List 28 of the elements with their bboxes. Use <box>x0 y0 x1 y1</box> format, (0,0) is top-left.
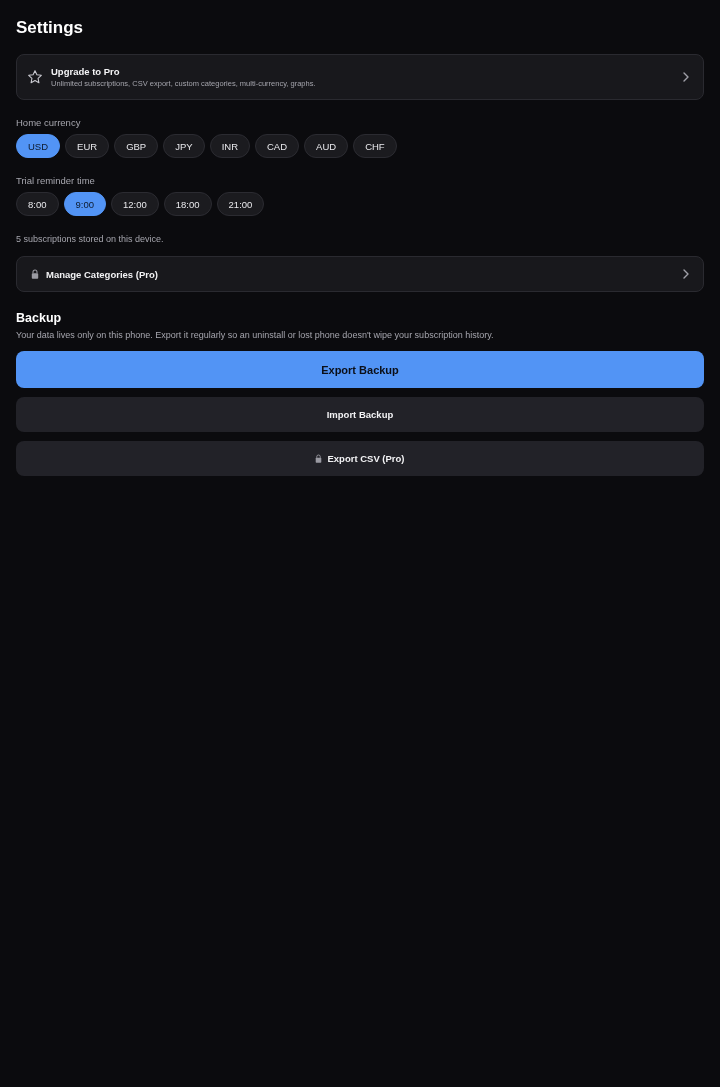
upgrade-title: Upgrade to Pro <box>51 65 121 78</box>
chevron-right-icon <box>683 72 689 82</box>
manage-categories-row[interactable]: Manage Categories (Pro) <box>16 256 704 292</box>
time-chip[interactable]: 21:00 <box>216 192 265 216</box>
time-chip[interactable]: 8:00 <box>16 192 59 216</box>
chevron-right-icon <box>683 269 689 279</box>
backup-description: Your data lives only on this phone. Export it regularly so an uninstall or lost phone doesn't wipe your subscription history. <box>16 329 495 341</box>
time-chip[interactable]: 12:00 <box>111 192 159 216</box>
section-label: Home currency <box>16 116 82 129</box>
currency-chip[interactable]: EUR <box>65 134 110 158</box>
time-chip[interactable]: 9:00 <box>63 192 106 216</box>
backup-button[interactable]: Export Backup <box>16 351 704 388</box>
star-icon <box>27 69 43 85</box>
currency-chip[interactable]: CHF <box>353 134 397 158</box>
currency-chip[interactable]: USD <box>16 134 61 158</box>
backup-button[interactable]: Export CSV (Pro) <box>16 441 704 476</box>
currency-chip[interactable]: INR <box>209 134 250 158</box>
section-heading: Backup <box>16 310 63 326</box>
section-label: Trial reminder time <box>16 174 96 187</box>
page-title: Settings <box>16 18 85 38</box>
currency-chip[interactable]: JPY <box>163 134 205 158</box>
currency-chip[interactable]: GBP <box>114 134 159 158</box>
storage-note: 5 subscriptions stored on this device. <box>16 233 165 245</box>
backup-button[interactable]: Import Backup <box>16 397 704 432</box>
manage-categories-label: Manage Categories (Pro) <box>46 268 159 280</box>
time-chip[interactable]: 18:00 <box>163 192 212 216</box>
currency-chip[interactable]: AUD <box>304 134 349 158</box>
currency-chip[interactable]: CAD <box>255 134 300 158</box>
